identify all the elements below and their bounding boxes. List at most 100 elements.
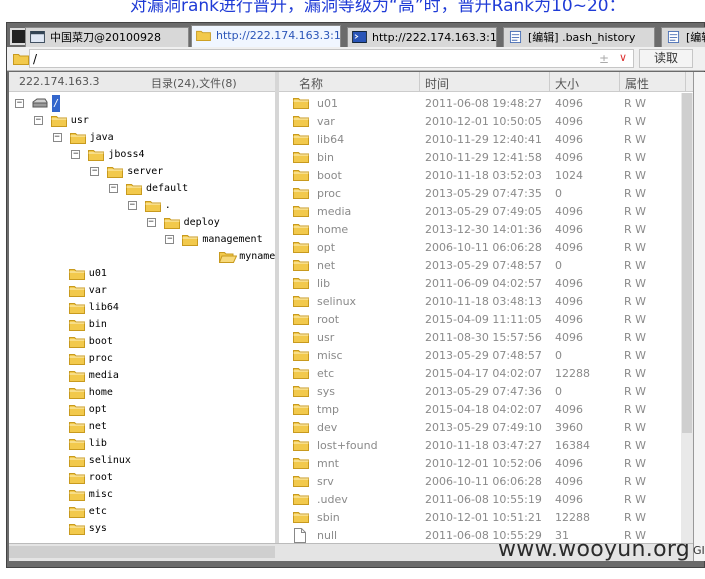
collapse-toggle[interactable]: −: [109, 184, 118, 193]
file-name: etc: [317, 367, 335, 380]
chevron-down-icon[interactable]: ∨: [619, 51, 627, 64]
file-row[interactable]: lib 2011-06-09 04:02:57 4096 R W: [279, 274, 693, 292]
path-input[interactable]: [29, 49, 634, 68]
tree-node[interactable]: opt: [34, 401, 275, 418]
tree-node[interactable]: selinux: [34, 452, 275, 469]
file-row[interactable]: etc 2015-04-17 04:02:07 12288 R W: [279, 364, 693, 382]
tree-node[interactable]: − management: [165, 231, 275, 248]
file-row[interactable]: boot 2010-11-18 03:52:03 1024 R W: [279, 166, 693, 184]
folder-icon: [163, 218, 180, 229]
tree-node[interactable]: − /: [15, 95, 275, 112]
column-name[interactable]: 名称: [299, 75, 323, 92]
tree-node[interactable]: − deploy: [146, 214, 275, 231]
file-row[interactable]: tmp 2015-04-18 04:02:07 4096 R W: [279, 400, 693, 418]
tree-node[interactable]: − jboss4: [71, 146, 275, 163]
file-row[interactable]: .udev 2011-06-08 10:55:19 4096 R W: [279, 490, 693, 508]
file-row[interactable]: root 2015-04-09 11:11:05 4096 R W: [279, 310, 693, 328]
tree-node[interactable]: − usr: [33, 112, 275, 129]
folder-icon: [68, 269, 85, 280]
column-time[interactable]: 时间: [425, 75, 449, 92]
tree-node[interactable]: var: [34, 282, 275, 299]
file-row[interactable]: proc 2013-05-29 07:47:35 0 R W: [279, 184, 693, 202]
tab-1[interactable]: 中国菜刀@20100928: [25, 27, 189, 47]
collapse-toggle[interactable]: −: [15, 99, 24, 108]
folder-icon: [68, 439, 85, 450]
file-name: tmp: [317, 403, 340, 416]
collapse-toggle[interactable]: −: [52, 133, 62, 142]
file-row[interactable]: opt 2006-10-11 06:06:28 4096 R W: [279, 238, 693, 256]
tree-node[interactable]: lib64: [34, 299, 275, 316]
collapse-toggle[interactable]: −: [146, 218, 156, 227]
tree-node[interactable]: home: [34, 384, 275, 401]
tree-node[interactable]: media: [34, 367, 275, 384]
tree-node-label: opt: [88, 404, 107, 415]
tree-node[interactable]: proc: [34, 350, 275, 367]
file-name: null: [317, 529, 338, 542]
file-attr: R W: [624, 169, 647, 182]
file-time: 2011-06-08 19:48:27: [425, 97, 542, 110]
folder-icon: [68, 507, 85, 518]
tab-2[interactable]: http://222.174.163.3:10...: [191, 25, 341, 47]
column-size[interactable]: 大小: [555, 75, 579, 92]
history-toggle[interactable]: ±: [599, 52, 609, 66]
folder-icon: [69, 133, 86, 144]
file-row[interactable]: sbin 2010-12-01 10:51:21 12288 R W: [279, 508, 693, 526]
file-name: net: [317, 259, 336, 272]
collapse-toggle[interactable]: −: [165, 235, 175, 244]
file-row[interactable]: home 2013-12-30 14:01:36 4096 R W: [279, 220, 693, 238]
folder-icon: [293, 98, 309, 109]
file-row[interactable]: misc 2013-05-29 07:48:57 0 R W: [279, 346, 693, 364]
scrollbar-thumb[interactable]: [9, 546, 275, 558]
file-name: srv: [317, 475, 334, 488]
file-name: lost+found: [317, 439, 378, 452]
file-icon: [509, 31, 522, 43]
file-row[interactable]: srv 2006-10-11 06:06:28 4096 R W: [279, 472, 693, 490]
folder-icon: [144, 201, 161, 212]
file-row[interactable]: u01 2011-06-08 19:48:27 4096 R W: [279, 94, 693, 112]
file-row[interactable]: usr 2011-08-30 15:57:56 4096 R W: [279, 328, 693, 346]
collapse-toggle[interactable]: −: [127, 201, 137, 210]
tab-3[interactable]: http://222.174.163.3:10...: [347, 27, 497, 47]
file-row[interactable]: dev 2013-05-29 07:49:10 3960 R W: [279, 418, 693, 436]
tree-node[interactable]: net: [34, 418, 275, 435]
file-list-header: 名称 时间 大小 属性: [279, 72, 693, 92]
tab-4[interactable]: [编辑] .bash_history: [503, 27, 655, 47]
file-row[interactable]: lost+found 2010-11-18 03:47:27 16384 R W: [279, 436, 693, 454]
tree-node[interactable]: −.: [127, 197, 275, 214]
file-row[interactable]: bin 2010-11-29 12:41:58 4096 R W: [279, 148, 693, 166]
tree-node[interactable]: root: [34, 469, 275, 486]
file-list-scrollbar[interactable]: [681, 93, 693, 543]
tree-node[interactable]: lib: [34, 435, 275, 452]
column-attr[interactable]: 属性: [625, 75, 649, 92]
tree-node-label: usr: [70, 115, 89, 126]
tree-node[interactable]: − java: [52, 129, 275, 146]
collapse-toggle[interactable]: −: [71, 150, 81, 159]
file-row[interactable]: mnt 2010-12-01 10:52:06 4096 R W: [279, 454, 693, 472]
file-row[interactable]: sys 2013-05-29 07:47:36 0 R W: [279, 382, 693, 400]
scrollbar-thumb[interactable]: [682, 93, 692, 433]
folder-icon: [293, 368, 309, 379]
tree-node[interactable]: sys: [34, 520, 275, 537]
collapse-toggle[interactable]: −: [33, 116, 43, 125]
tree-node[interactable]: boot: [34, 333, 275, 350]
drive-icon: [32, 97, 48, 110]
file-row[interactable]: var 2010-12-01 10:50:05 4096 R W: [279, 112, 693, 130]
read-button[interactable]: 读取: [639, 49, 693, 68]
tree-node[interactable]: etc: [34, 503, 275, 520]
folder-icon: [293, 278, 309, 289]
tree-node[interactable]: misc: [34, 486, 275, 503]
file-name: selinux: [317, 295, 357, 308]
tab-5[interactable]: [编辑: [661, 27, 705, 47]
tree-node[interactable]: bin: [34, 316, 275, 333]
file-row[interactable]: media 2013-05-29 07:49:05 4096 R W: [279, 202, 693, 220]
tree-node[interactable]: myname.wa: [184, 248, 275, 265]
tree-node[interactable]: − server: [90, 163, 275, 180]
folder-open-icon: [218, 252, 238, 263]
file-row[interactable]: selinux 2010-11-18 03:48:13 4096 R W: [279, 292, 693, 310]
file-name: boot: [317, 169, 342, 182]
file-row[interactable]: lib64 2010-11-29 12:40:41 4096 R W: [279, 130, 693, 148]
file-row[interactable]: net 2013-05-29 07:48:57 0 R W: [279, 256, 693, 274]
tree-node[interactable]: u01: [34, 265, 275, 282]
tree-node[interactable]: − default: [109, 180, 275, 197]
collapse-toggle[interactable]: −: [90, 167, 100, 176]
